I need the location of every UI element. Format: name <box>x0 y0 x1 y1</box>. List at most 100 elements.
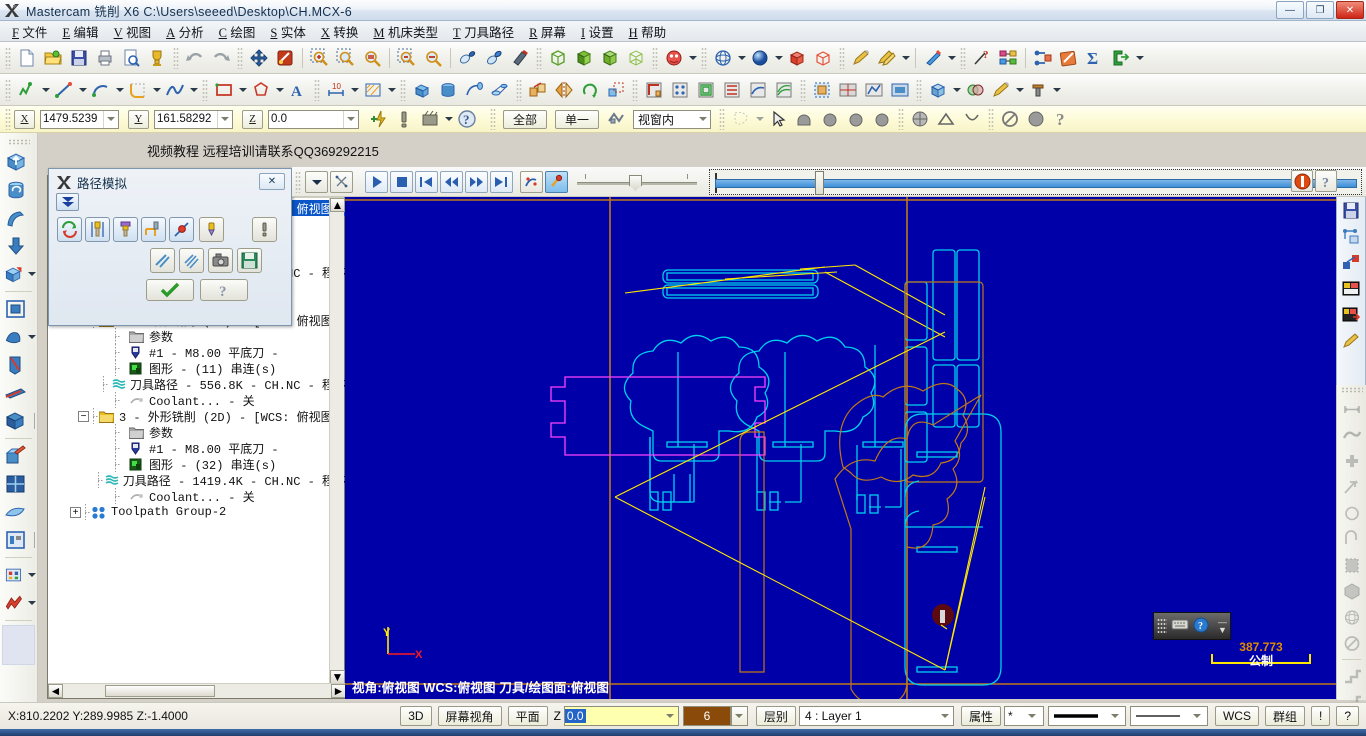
info-exclaim-icon[interactable] <box>252 217 277 242</box>
z-coord-box[interactable] <box>268 109 359 129</box>
toolpath-ribbon-icon[interactable] <box>0 589 37 617</box>
rotate-icon[interactable] <box>578 78 602 102</box>
tree-node-12[interactable]: Coolant... - 关 <box>48 392 346 409</box>
tree-node-11[interactable]: 刀具路径 - 556.8K - CH.NC - 程序 <box>48 376 346 393</box>
material-icon[interactable] <box>1026 78 1050 102</box>
select-all-button[interactable]: 全部 <box>503 109 548 129</box>
stop-red-icon[interactable] <box>1291 170 1313 192</box>
view-wireframe-icon[interactable] <box>624 46 648 70</box>
sweep-icon[interactable] <box>462 78 486 102</box>
chevron-down-icon[interactable] <box>237 78 248 102</box>
clear-colors-icon[interactable] <box>508 46 532 70</box>
area-analyze-icon[interactable] <box>1337 552 1366 578</box>
tree-node-19[interactable]: + Toolpath Group-2 <box>48 504 346 520</box>
chain-manager-icon[interactable] <box>1031 46 1055 70</box>
view-top-icon[interactable] <box>572 46 596 70</box>
undo-icon[interactable] <box>183 46 207 70</box>
analyze-icon[interactable]: ? <box>970 46 994 70</box>
endmill-icon[interactable] <box>199 217 224 242</box>
toolbar-grip[interactable] <box>237 46 243 69</box>
chevron-down-icon[interactable] <box>730 706 748 726</box>
toolbar-grip[interactable] <box>719 108 726 130</box>
toolbar-grip[interactable] <box>898 108 905 130</box>
toolbar-grip[interactable] <box>701 46 707 69</box>
scroll-thumb[interactable] <box>105 685 215 697</box>
graphics-viewport[interactable]: Y X 387.773 公制 ? — ▼ 视角:俯视图 WCS:俯视图 刀具/绘图… <box>345 197 1336 699</box>
toolbar-grip[interactable] <box>632 78 638 101</box>
chevron-down-icon[interactable] <box>687 46 698 70</box>
machine-sim-icon[interactable] <box>888 78 912 102</box>
tree-node-16[interactable]: 图形 - (32) 串连(s) <box>48 456 346 473</box>
z-depth-field[interactable]: 0.0 <box>563 706 679 726</box>
distance-analyze-icon[interactable] <box>1337 396 1366 422</box>
revolve-icon[interactable] <box>436 78 460 102</box>
volume-analyze-icon[interactable] <box>1337 578 1366 604</box>
step-forward-button[interactable] <box>465 170 488 193</box>
line-create-icon[interactable] <box>52 78 76 102</box>
help-question-icon[interactable]: ? <box>1315 170 1337 192</box>
solid-extrude2-icon[interactable] <box>926 78 950 102</box>
verify-hatch2-icon[interactable] <box>179 248 204 273</box>
chevron-down-icon[interactable] <box>1051 78 1062 102</box>
close-button[interactable]: ✕ <box>1336 1 1364 19</box>
surface-trim-icon[interactable] <box>0 351 37 379</box>
toolbar-grip[interactable] <box>5 46 11 69</box>
layer-dropdown[interactable]: 4 : Layer 1 <box>798 706 954 726</box>
angle-analyze-icon[interactable] <box>1337 526 1366 552</box>
new-file-icon[interactable] <box>15 46 39 70</box>
menu-item-7[interactable]: M 机床类型 <box>367 20 447 43</box>
pan-move-icon[interactable] <box>247 46 271 70</box>
clear-selection-icon[interactable] <box>998 107 1022 131</box>
fit-screen-icon[interactable] <box>456 46 480 70</box>
toolbar-grip[interactable] <box>652 46 658 69</box>
tree-node-18[interactable]: Coolant... - 关 <box>48 488 346 505</box>
solid-shade-icon[interactable] <box>785 46 809 70</box>
chain-analyze-icon[interactable] <box>1337 422 1366 448</box>
chevron-down-icon[interactable] <box>151 78 162 102</box>
surface-shade-icon[interactable] <box>0 323 37 351</box>
add-shape-icon[interactable] <box>1337 448 1366 474</box>
view-3d-button[interactable]: 3D <box>400 706 432 726</box>
tool-display-icon[interactable] <box>85 217 110 242</box>
chevron-down-icon[interactable] <box>938 708 953 725</box>
toolpath-bench-icon[interactable] <box>141 217 166 242</box>
spline-icon[interactable] <box>163 78 187 102</box>
tool-holder-icon[interactable] <box>113 217 138 242</box>
move-block-icon[interactable] <box>1337 249 1365 275</box>
post-process-icon[interactable] <box>1109 46 1133 70</box>
toolbar-grip[interactable] <box>5 78 11 101</box>
menu-item-0[interactable]: F 文件 <box>6 20 56 43</box>
toolbar-grip[interactable] <box>960 46 966 69</box>
toolbar-grip[interactable] <box>1340 387 1363 393</box>
chevron-down-icon[interactable] <box>28 591 37 615</box>
drag-dots-icon[interactable] <box>1157 618 1167 634</box>
chevron-down-icon[interactable] <box>695 111 710 128</box>
mirror-icon[interactable] <box>552 78 576 102</box>
close-icon[interactable]: ✕ <box>259 173 285 190</box>
surface-finish-icon[interactable] <box>772 78 796 102</box>
toolbar-grip[interactable] <box>516 78 522 101</box>
expand-options-icon[interactable] <box>56 193 79 211</box>
menu-item-6[interactable]: X 转换 <box>315 20 368 43</box>
chevron-down-icon[interactable] <box>443 107 454 131</box>
redo-icon[interactable] <box>209 46 233 70</box>
zoom-out-window-icon[interactable] <box>395 46 419 70</box>
open-file-icon[interactable] <box>41 46 65 70</box>
grid-view-icon[interactable] <box>0 470 37 498</box>
layer-button[interactable]: 层别 <box>755 706 796 726</box>
select-curve-icon[interactable] <box>960 107 984 131</box>
arc-create-icon[interactable] <box>89 78 113 102</box>
solid-revolve-left-icon[interactable] <box>0 176 37 204</box>
chevron-down-icon[interactable] <box>77 78 88 102</box>
zoom-fit-icon[interactable] <box>360 46 384 70</box>
tree-vertical-scrollbar[interactable]: ▲ ▼ <box>329 198 345 684</box>
chevron-down-icon[interactable] <box>188 78 199 102</box>
hatch-icon[interactable] <box>361 78 385 102</box>
help-question-icon[interactable]: ? <box>455 107 479 131</box>
playbar-dropdown-caret[interactable] <box>305 170 328 193</box>
chevron-down-icon[interactable] <box>1134 46 1145 70</box>
graphics-vcr-overlay[interactable]: ? — ▼ <box>1153 612 1231 640</box>
select-solid-icon[interactable] <box>792 107 816 131</box>
step-geometry-icon[interactable] <box>1337 663 1366 689</box>
surface-flat-icon[interactable] <box>0 295 37 323</box>
